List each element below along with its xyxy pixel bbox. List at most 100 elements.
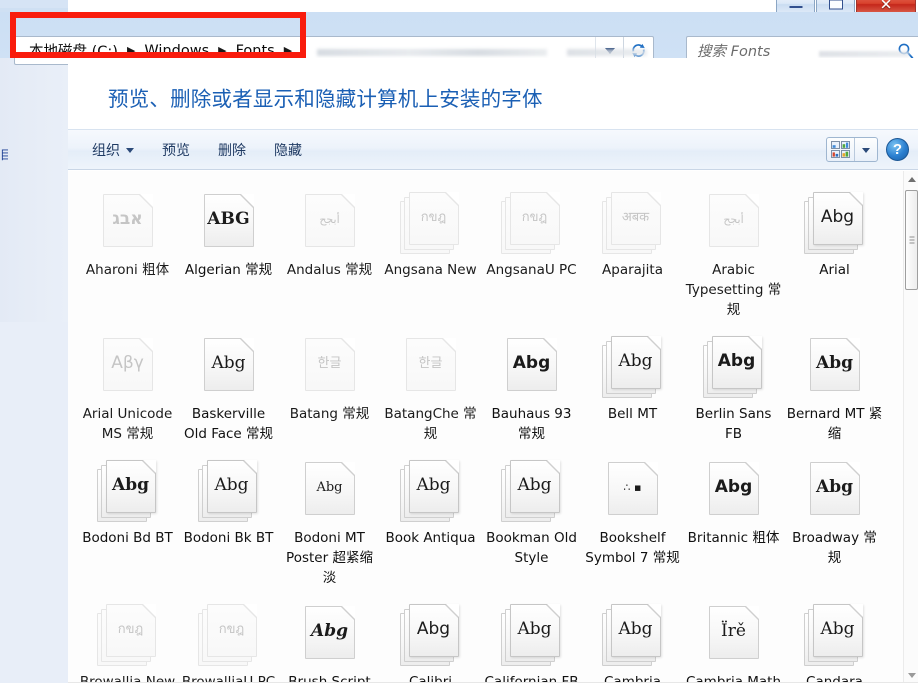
address-bar-row: 本地磁盘 (C:) ▶ Windows ▶ Fonts ▶ 搜索 Fonts (0, 12, 918, 65)
font-item[interactable]: Abg Bernard MT 紧缩 (784, 327, 885, 444)
font-file-icon: Abg (803, 191, 866, 254)
font-file-icon: Abg (96, 459, 159, 522)
font-preview-glyphs: Abg (816, 353, 853, 373)
view-grid-icon (827, 138, 854, 161)
font-grid: אבג Aharoni 粗体 ABG Algerian 常规 أبجح Andalus 常… (68, 171, 903, 683)
font-item[interactable]: Abg Bookman Old Style (481, 451, 582, 588)
font-preview-glyphs: กขฎ (117, 622, 144, 637)
font-list-area[interactable]: אבג Aharoni 粗体 ABG Algerian 常规 أبجح Andalus 常… (68, 171, 903, 683)
minimize-icon (789, 5, 802, 8)
font-item-label: Berlin Sans FB (695, 406, 772, 442)
font-item[interactable]: Abg Bell MT (582, 327, 683, 444)
font-item[interactable]: Abg Broadway 常规 (784, 451, 885, 588)
font-item[interactable]: Abg Britannic 粗体 (683, 451, 784, 588)
font-file-icon: Aβγ (97, 335, 159, 397)
address-ghost-text (317, 49, 548, 56)
font-item-label: AngsanaU PC (486, 262, 577, 278)
chevron-down-icon (862, 148, 870, 153)
font-item-label: Bookshelf Symbol 7 常规 (585, 530, 680, 566)
scroll-up-button[interactable] (904, 171, 918, 187)
font-file-icon: 한글 (299, 335, 361, 397)
toolbar-item-label: 隐藏 (274, 142, 302, 159)
breadcrumb-item-windows[interactable]: Windows (142, 43, 211, 59)
font-item[interactable]: أبجح Andalus 常规 (279, 183, 380, 320)
font-item[interactable]: Abg Arial (784, 183, 885, 320)
font-file-icon: Abg (804, 459, 866, 521)
font-file-icon: أبجح (299, 191, 361, 253)
view-options-button[interactable] (826, 137, 878, 162)
font-preview-glyphs: กขฎ (218, 622, 245, 637)
font-item[interactable]: Abg Calibri (380, 595, 481, 683)
font-item-label: Bookman Old Style (486, 530, 577, 566)
breadcrumb-item-fonts[interactable]: Fonts (234, 43, 277, 59)
font-item[interactable]: أبجح Arabic Typesetting 常规 (683, 183, 784, 320)
font-item[interactable]: กขฎ AngsanaU PC (481, 183, 582, 320)
font-preview-glyphs: Abg (211, 353, 246, 373)
font-preview-glyphs: 한글 (418, 356, 443, 371)
font-preview-glyphs: Abg (416, 475, 451, 495)
font-item[interactable]: אבג Aharoni 粗体 (77, 183, 178, 320)
vertical-scrollbar[interactable] (903, 171, 918, 683)
font-item[interactable]: ÏrěCambria Math 常规 (683, 595, 784, 683)
toolbar-item-label: 预览 (162, 142, 190, 159)
font-preview-glyphs: ABG (207, 209, 250, 229)
font-file-icon: Abg (299, 459, 361, 521)
font-item-label: Bodoni Bk BT (183, 530, 274, 546)
font-preview-glyphs: Abg (618, 619, 653, 639)
font-item-label: Aharoni 粗体 (85, 262, 170, 278)
font-item[interactable]: Abg Bodoni MT Poster 超紧缩 淡 (279, 451, 380, 588)
font-preview-glyphs: ∴ ▪ (623, 481, 642, 494)
font-item[interactable]: Aβγ Arial Unicode MS 常规 (77, 327, 178, 444)
font-item[interactable]: Abg Baskerville Old Face 常规 (178, 327, 279, 444)
font-file-icon: ∴ ▪ (602, 459, 664, 521)
font-item-label: Aparajita (602, 262, 663, 278)
toolbar-item-delete[interactable]: 删除 (204, 130, 260, 169)
font-item[interactable]: अबक Aparajita (582, 183, 683, 320)
font-file-icon: กขฎ (399, 191, 462, 254)
font-item[interactable]: AbgBrush Script MT 斜体 (279, 595, 380, 683)
font-item[interactable]: 한글 Batang 常规 (279, 327, 380, 444)
font-file-icon: Abg (197, 459, 260, 522)
command-bar: 组织 预览 删除 隐藏 ? (68, 129, 918, 170)
font-item-label: BatangChe 常规 (384, 406, 477, 442)
font-item[interactable]: กขฎ BrowalliaU PC (178, 595, 279, 683)
font-item-label: Algerian 常规 (184, 262, 273, 278)
scroll-thumb[interactable] (905, 190, 918, 290)
font-item[interactable]: Abg Californian FB (481, 595, 582, 683)
font-item[interactable]: 한글 BatangChe 常规 (380, 327, 481, 444)
toolbar-item-organize[interactable]: 组织 (78, 130, 148, 169)
font-item[interactable]: Abg Bodoni Bd BT (77, 451, 178, 588)
font-item[interactable]: Abg Candara (784, 595, 885, 683)
font-item[interactable]: กขฎ Angsana New (380, 183, 481, 320)
font-item[interactable]: Abg Cambria (582, 595, 683, 683)
scroll-down-button[interactable] (904, 667, 918, 683)
font-item[interactable]: กขฎ Browallia New (77, 595, 178, 683)
font-item[interactable]: Abg Berlin Sans FB (683, 327, 784, 444)
font-item-label: Bauhaus 93 常规 (491, 406, 572, 442)
font-file-icon: Ïrě (703, 603, 765, 665)
page-title: 预览、删除或者显示和隐藏计算机上安装的字体 (108, 87, 543, 111)
breadcrumb-separator-icon: ▶ (283, 45, 293, 57)
font-item-label: Bell MT (607, 406, 658, 422)
font-item[interactable]: Abg Bauhaus 93 常规 (481, 327, 582, 444)
font-item[interactable]: Abg Bodoni Bk BT (178, 451, 279, 588)
font-item[interactable]: ∴ ▪ Bookshelf Symbol 7 常规 (582, 451, 683, 588)
font-item-label: Angsana New (384, 262, 477, 278)
font-file-icon: Abg (803, 603, 866, 666)
font-preview-glyphs: Abg (311, 621, 348, 641)
font-preview-glyphs: Ïrě (721, 621, 746, 641)
font-item-label: Book Antiqua (385, 530, 476, 546)
font-item[interactable]: ABG Algerian 常规 (178, 183, 279, 320)
font-item[interactable]: Abg Book Antiqua (380, 451, 481, 588)
view-dropdown-button[interactable] (855, 138, 877, 161)
address-ghost-text-2 (567, 49, 648, 56)
toolbar-item-preview[interactable]: 预览 (148, 130, 204, 169)
help-button[interactable]: ? (886, 138, 909, 161)
font-preview-glyphs: Aβγ (111, 353, 144, 373)
font-preview-glyphs: अबक (621, 210, 650, 225)
font-item-label: Bernard MT 紧缩 (786, 406, 883, 442)
font-preview-glyphs: Abg (714, 477, 753, 497)
breadcrumb-separator-icon: ▶ (126, 45, 136, 57)
font-file-icon: Abg (299, 603, 361, 665)
toolbar-item-hide[interactable]: 隐藏 (260, 130, 316, 169)
